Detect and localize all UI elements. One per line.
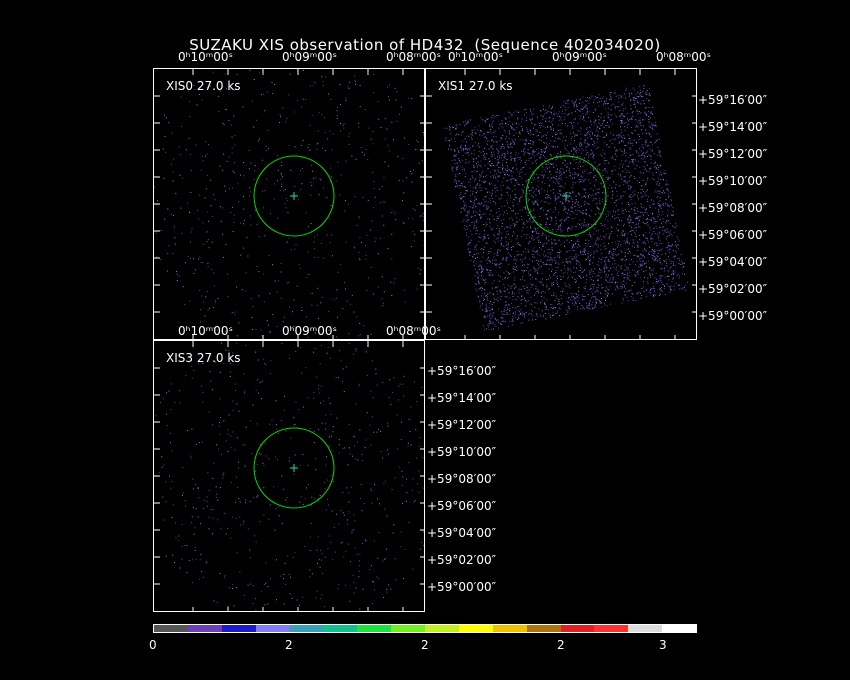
dec-tick-label: +59°08′00″ (427, 472, 497, 486)
colorbar-segment (662, 625, 696, 632)
colorbar-segment (255, 625, 290, 632)
colorbar-segment (187, 625, 222, 632)
colorbar-tick-label: 2 (285, 638, 293, 652)
dec-tick-label: +59°04′00″ (427, 526, 497, 540)
colorbar-tick-label: 3 (659, 638, 667, 652)
ra-tick-label: 0ʰ10ᵐ00ˢ (178, 50, 233, 64)
colorbar-segment (594, 625, 629, 632)
colorbar-segment (526, 625, 561, 632)
ra-tick-label: 0ʰ08ᵐ00ˢ (386, 50, 441, 64)
xis0-label: XIS0 27.0 ks (166, 79, 241, 93)
photon-events (154, 69, 424, 339)
dec-tick-label: +59°10′00″ (427, 445, 497, 459)
dec-tick-label: +59°12′00″ (427, 418, 497, 432)
colorbar-segment (154, 625, 188, 632)
colorbar (153, 624, 697, 633)
dec-tick-label: +59°00′00″ (427, 580, 497, 594)
dec-tick-label: +59°14′00″ (698, 120, 768, 134)
colorbar-segment (221, 625, 256, 632)
colorbar-segment (391, 625, 425, 632)
dec-tick-label: +59°06′00″ (698, 228, 768, 242)
xis3-image (154, 341, 424, 611)
dec-tick-label: +59°06′00″ (427, 499, 497, 513)
colorbar-segment (425, 625, 459, 632)
source-marker (290, 464, 298, 472)
ra-tick-label: 0ʰ09ᵐ00ˢ (282, 324, 337, 338)
xis1-image-panel: XIS1 27.0 ks (425, 68, 697, 340)
colorbar-tick-label: 2 (557, 638, 565, 652)
colorbar-segment (289, 625, 324, 632)
colorbar-segment (492, 625, 527, 632)
dec-tick-label: +59°14′00″ (427, 391, 497, 405)
dec-tick-label: +59°08′00″ (698, 201, 768, 215)
xis3-image-panel: XIS3 27.0 ks (153, 340, 425, 612)
dec-tick-label: +59°04′00″ (698, 255, 768, 269)
ra-tick-label: 0ʰ09ᵐ00ˢ (282, 50, 337, 64)
dec-tick-label: +59°12′00″ (698, 147, 768, 161)
dec-tick-label: +59°10′00″ (698, 174, 768, 188)
source-marker (290, 192, 298, 200)
colorbar-segment (628, 625, 663, 632)
colorbar-segment (357, 625, 392, 632)
photon-events (444, 85, 689, 331)
dec-tick-label: +59°16′00″ (698, 93, 768, 107)
dec-tick-label: +59°02′00″ (698, 282, 768, 296)
dec-tick-label: +59°16′00″ (427, 364, 497, 378)
colorbar-tick-label: 2 (421, 638, 429, 652)
ra-tick-label: 0ʰ08ᵐ00ˢ (386, 324, 441, 338)
ra-tick-label: 0ʰ10ᵐ00ˢ (178, 324, 233, 338)
colorbar-segment (323, 625, 358, 632)
xis0-image (154, 69, 424, 339)
xis0-image-panel: XIS0 27.0 ks (153, 68, 425, 340)
dec-tick-label: +59°00′00″ (698, 309, 768, 323)
dec-tick-label: +59°02′00″ (427, 553, 497, 567)
ra-tick-label: 0ʰ08ᵐ00ˢ (656, 50, 711, 64)
ra-tick-label: 0ʰ10ᵐ00ˢ (448, 50, 503, 64)
xis1-label: XIS1 27.0 ks (438, 79, 513, 93)
xis3-label: XIS3 27.0 ks (166, 351, 241, 365)
ra-tick-label: 0ʰ09ᵐ00ˢ (552, 50, 607, 64)
colorbar-segment (458, 625, 493, 632)
xis1-image (426, 69, 696, 339)
colorbar-tick-label: 0 (149, 638, 157, 652)
photon-events (155, 342, 424, 611)
colorbar-segment (560, 625, 595, 632)
